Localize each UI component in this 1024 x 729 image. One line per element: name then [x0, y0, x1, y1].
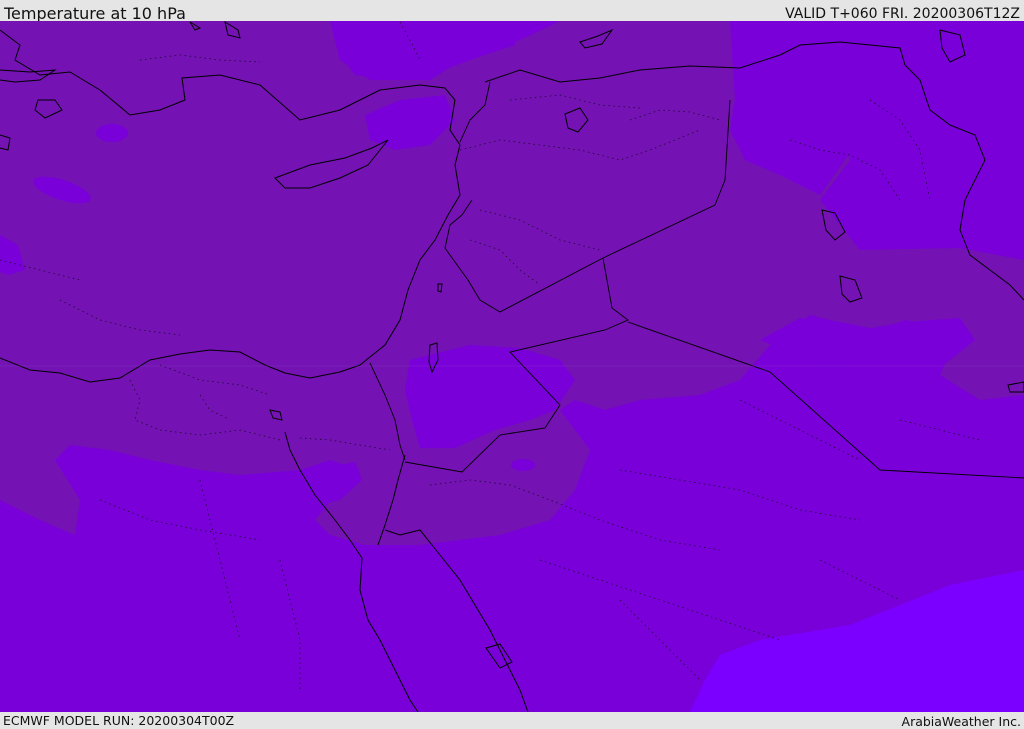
map-figure: Temperature at 10 hPa VALID T+060 FRI. 2… [0, 0, 1024, 729]
map-canvas [0, 21, 1024, 712]
weather-map [0, 21, 1024, 712]
footer-bar: ECMWF MODEL RUN: 20200304T00Z ArabiaWeat… [0, 712, 1024, 729]
model-run-label: ECMWF MODEL RUN: 20200304T00Z [3, 713, 235, 728]
credit-label: ArabiaWeather Inc. [901, 714, 1021, 729]
header-bar: Temperature at 10 hPa VALID T+060 FRI. 2… [0, 0, 1024, 23]
